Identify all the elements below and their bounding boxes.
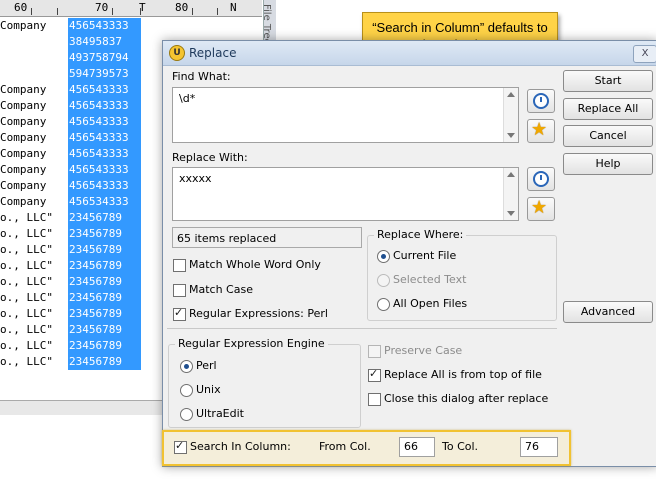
ruler-tick — [217, 8, 218, 15]
preserve-case-label: Preserve Case — [384, 344, 463, 357]
ruler-newline-marker: N — [230, 1, 237, 14]
from-col-label: From Col. — [319, 440, 371, 453]
replace-where-group: Replace Where: Current File Selected Tex… — [367, 228, 557, 321]
find-what-label: Find What: — [172, 70, 231, 83]
column-ruler: 60 70 T 80 N — [0, 0, 262, 17]
scroll-down-arrow-icon[interactable] — [507, 211, 515, 216]
history-clock-icon — [533, 93, 549, 109]
scroll-down-arrow-icon[interactable] — [507, 133, 515, 138]
from-col-value: 66 — [404, 440, 418, 453]
to-col-label: To Col. — [442, 440, 479, 453]
replace-with-scrollbar[interactable] — [503, 168, 518, 220]
engine-unix-label: Unix — [196, 383, 221, 396]
find-favorites-button[interactable]: ★ — [527, 119, 555, 143]
match-whole-word-checkbox[interactable] — [173, 259, 186, 272]
ruler-mark-70: 70 — [95, 1, 109, 14]
help-button[interactable]: Help — [563, 153, 653, 175]
match-whole-word-label: Match Whole Word Only — [189, 258, 321, 271]
find-what-scrollbar[interactable] — [503, 88, 518, 142]
replace-favorites-button[interactable]: ★ — [527, 197, 555, 221]
engine-perl-radio[interactable] — [180, 360, 193, 373]
editor-line: Company 456543333 — [0, 18, 262, 34]
engine-ultraedit-label: UltraEdit — [196, 407, 244, 420]
find-what-input[interactable]: \d* — [172, 87, 519, 143]
search-in-column-row: Search In Column: From Col. 66 To Col. 7… — [162, 430, 571, 466]
preserve-case-checkbox[interactable] — [368, 345, 381, 358]
engine-perl-label: Perl — [196, 359, 217, 372]
close-after-replace-checkbox[interactable] — [368, 393, 381, 406]
match-case-label: Match Case — [189, 283, 253, 296]
to-col-input[interactable]: 76 — [520, 437, 558, 457]
regex-perl-checkbox[interactable] — [173, 306, 186, 321]
to-col-value: 76 — [525, 440, 539, 453]
current-file-radio[interactable] — [377, 250, 390, 263]
selected-text-label: Selected Text — [393, 273, 467, 286]
advanced-button[interactable]: Advanced — [563, 301, 653, 323]
regex-engine-title: Regular Expression Engine — [175, 337, 328, 350]
current-file-label: Current File — [393, 249, 457, 262]
status-readout: 65 items replaced — [172, 227, 362, 248]
regex-engine-group: Regular Expression Engine Perl Unix Ultr… — [168, 337, 361, 428]
section-divider — [167, 328, 557, 329]
replace-dialog: U Replace X Find What: \d* ★ Replace Wit… — [162, 40, 656, 467]
replace-all-button[interactable]: Replace All — [563, 98, 653, 120]
ruler-tick — [57, 8, 58, 15]
all-open-files-label: All Open Files — [393, 297, 468, 310]
start-button[interactable]: Start — [563, 70, 653, 92]
engine-unix-radio[interactable] — [180, 384, 193, 397]
replace-with-label: Replace With: — [172, 151, 248, 164]
dialog-titlebar[interactable]: U Replace X — [163, 41, 656, 66]
status-text: 65 items replaced — [177, 232, 277, 245]
find-what-value: \d* — [179, 92, 196, 105]
from-col-input[interactable]: 66 — [399, 437, 435, 457]
match-case-checkbox[interactable] — [173, 284, 186, 297]
scroll-up-arrow-icon[interactable] — [507, 92, 515, 97]
replace-with-input[interactable]: xxxxx — [172, 167, 519, 221]
dialog-title: Replace — [189, 46, 237, 60]
cancel-button[interactable]: Cancel — [563, 125, 653, 147]
app-logo-icon: U — [169, 45, 185, 61]
ruler-tick — [31, 8, 32, 15]
replace-history-button[interactable] — [527, 167, 555, 191]
ruler-tick — [140, 8, 141, 15]
close-button[interactable]: X — [633, 45, 656, 63]
favorites-star-icon: ★ — [531, 119, 548, 140]
find-history-button[interactable] — [527, 89, 555, 113]
scroll-up-arrow-icon[interactable] — [507, 172, 515, 177]
close-after-replace-label: Close this dialog after replace — [384, 392, 549, 405]
engine-ultraedit-radio[interactable] — [180, 408, 193, 421]
ruler-tick — [112, 8, 113, 15]
history-clock-icon — [533, 171, 549, 187]
replace-with-value: xxxxx — [179, 172, 212, 185]
favorites-star-icon: ★ — [531, 197, 548, 218]
all-open-files-radio[interactable] — [377, 298, 390, 311]
regex-perl-label: Regular Expressions: Perl — [189, 307, 328, 320]
selected-text-radio[interactable] — [377, 274, 390, 287]
ruler-mark-80: 80 — [175, 1, 189, 14]
replace-where-title: Replace Where: — [374, 228, 467, 241]
search-in-column-label: Search In Column: — [190, 440, 291, 453]
ruler-mark-60: 60 — [14, 1, 28, 14]
search-in-column-checkbox[interactable] — [174, 439, 187, 454]
replace-from-top-label: Replace All is from top of file — [384, 368, 542, 381]
replace-from-top-checkbox[interactable] — [368, 367, 381, 382]
ruler-tick — [192, 8, 193, 15]
